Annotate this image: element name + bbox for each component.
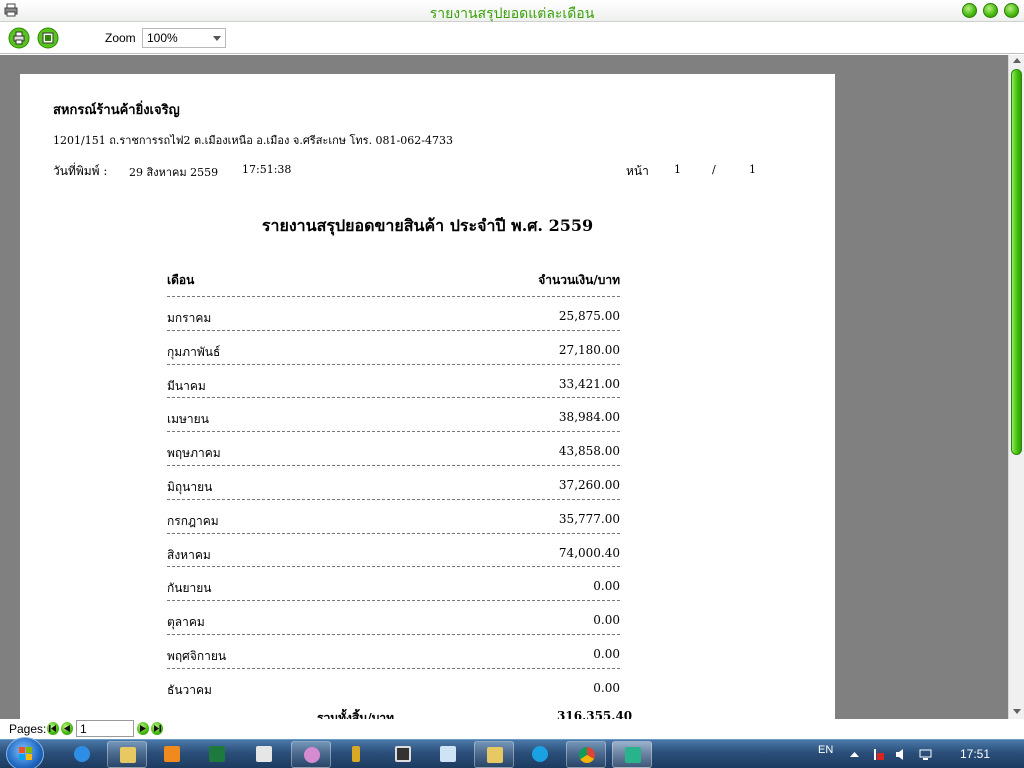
report-title: รายงานสรุปยอดขายสินค้า ประจำปี พ.ศ. 2559 [261,216,594,235]
table-row: พฤศจิกายน 0.00 [167,635,620,669]
first-page-icon[interactable] [47,722,59,735]
amount-cell: 0.00 [593,613,620,628]
language-indicator[interactable]: EN [818,744,833,756]
scroll-thumb[interactable] [1011,69,1022,455]
amount-cell: 35,777.00 [558,511,620,526]
app-c-icon[interactable] [612,741,652,768]
pages-navigation: Pages: 1 [0,719,1024,739]
print-date-label: วันที่พิมพ์ : [53,164,108,178]
close-button[interactable] [1004,3,1019,18]
pages-label: Pages: [9,722,47,736]
folder-icon[interactable] [474,741,514,768]
month-cell: ธันวาคม [167,682,212,697]
minimize-button[interactable] [962,3,977,18]
month-cell: มีนาคม [167,378,206,393]
windows-logo-icon [19,747,32,760]
page-current: 1 [674,163,681,176]
table-header: เดือน จำนวนเงิน/บาท [167,264,620,297]
scroll-up-icon[interactable] [1013,58,1021,63]
header-amount: จำนวนเงิน/บาท [538,273,620,287]
table-row: มีนาคม 33,421.00 [167,365,620,399]
amount-cell: 0.00 [593,579,620,594]
month-cell: ตุลาคม [167,615,205,630]
paint-icon[interactable] [291,741,331,768]
table-row: เมษายน 38,984.00 [167,398,620,433]
scroll-down-icon[interactable] [1013,709,1021,714]
table-row: มกราคม 25,875.00 [167,297,620,331]
month-cell: กรกฎาคม [167,513,219,528]
last-page-icon[interactable] [151,722,163,735]
media-player-icon[interactable] [152,741,192,768]
skype-icon[interactable] [520,741,560,768]
clock[interactable]: 17:51 [960,747,990,761]
printer-icon[interactable] [8,27,30,49]
start-button[interactable] [6,737,44,768]
export-icon[interactable] [37,27,59,49]
prev-page-icon[interactable] [61,722,73,735]
sales-table: เดือน จำนวนเงิน/บาท มกราคม 25,875.00 กุมภ… [167,264,620,703]
amount-cell: 43,858.00 [558,444,620,459]
title-bar: รายงานสรุปยอดแต่ละเดือน [0,0,1024,22]
page-separator: / [712,163,716,176]
month-cell: มกราคม [167,311,212,325]
table-row: ธันวาคม 0.00 [167,669,620,703]
table-row: กรกฎาคม 35,777.00 [167,500,620,534]
volume-icon[interactable] [895,748,908,761]
amount-cell: 0.00 [593,646,620,661]
zoom-value: 100% [147,31,178,45]
network-icon[interactable] [919,748,932,761]
action-center-icon[interactable] [872,748,885,761]
amount-cell: 33,421.00 [558,376,620,391]
month-cell: พฤษภาคม [167,446,221,461]
month-cell: สิงหาคม [167,547,211,562]
notepad-icon[interactable] [428,741,468,768]
chevron-down-icon [213,36,221,41]
month-cell: กุมภาพันธ์ [167,344,221,359]
zoom-select[interactable]: 100% [142,28,226,48]
company-address: 1201/151 ถ.ราชการรถไฟ2 ต.เมืองเหนือ อ.เม… [53,134,453,147]
show-hidden-icons-icon[interactable] [848,748,861,761]
word-icon[interactable] [244,741,284,768]
header-month: เดือน [167,273,195,287]
amount-cell: 27,180.00 [558,342,620,357]
print-time: 17:51:38 [242,163,292,176]
amount-cell: 0.00 [593,680,620,695]
month-cell: เมษายน [167,412,209,427]
excel-icon[interactable] [197,741,237,768]
page-total: 1 [749,163,756,176]
report-viewer: สหกรณ์ร้านค้ายิ่งเจริญ 1201/151 ถ.ราชการ… [0,55,1024,724]
vertical-scrollbar[interactable] [1008,55,1024,719]
page-number-value: 1 [80,722,87,736]
table-row: มิถุนายน 37,260.00 [167,466,620,500]
chrome-icon[interactable] [566,741,606,768]
amount-cell: 25,875.00 [558,309,620,323]
table-row: สิงหาคม 74,000.40 [167,534,620,568]
table-row: กุมภาพันธ์ 27,180.00 [167,331,620,365]
print-date: 29 สิงหาคม 2559 [129,166,219,179]
taskbar: EN 17:51 [0,737,1024,768]
camera-icon[interactable] [383,741,423,768]
amount-cell: 74,000.40 [558,545,620,560]
page-number-input[interactable]: 1 [76,720,134,737]
zoom-label: Zoom [105,31,136,45]
table-row: พฤษภาคม 43,858.00 [167,432,620,466]
next-page-icon[interactable] [137,722,149,735]
month-cell: มิถุนายน [167,479,213,494]
toolbar: Zoom 100% [0,22,1024,54]
maximize-button[interactable] [983,3,998,18]
ie-icon[interactable] [62,741,102,768]
explorer-icon[interactable] [107,741,147,768]
month-cell: กันยายน [167,581,212,596]
key-icon[interactable] [336,741,376,768]
month-cell: พฤศจิกายน [167,648,227,663]
company-name: สหกรณ์ร้านค้ายิ่งเจริญ [53,103,180,118]
table-row: กันยายน 0.00 [167,567,620,602]
report-page: สหกรณ์ร้านค้ายิ่งเจริญ 1201/151 ถ.ราชการ… [20,74,835,724]
table-row: ตุลาคม 0.00 [167,601,620,635]
amount-cell: 37,260.00 [558,477,620,492]
page-label: หน้า [626,164,649,178]
amount-cell: 38,984.00 [558,410,620,425]
